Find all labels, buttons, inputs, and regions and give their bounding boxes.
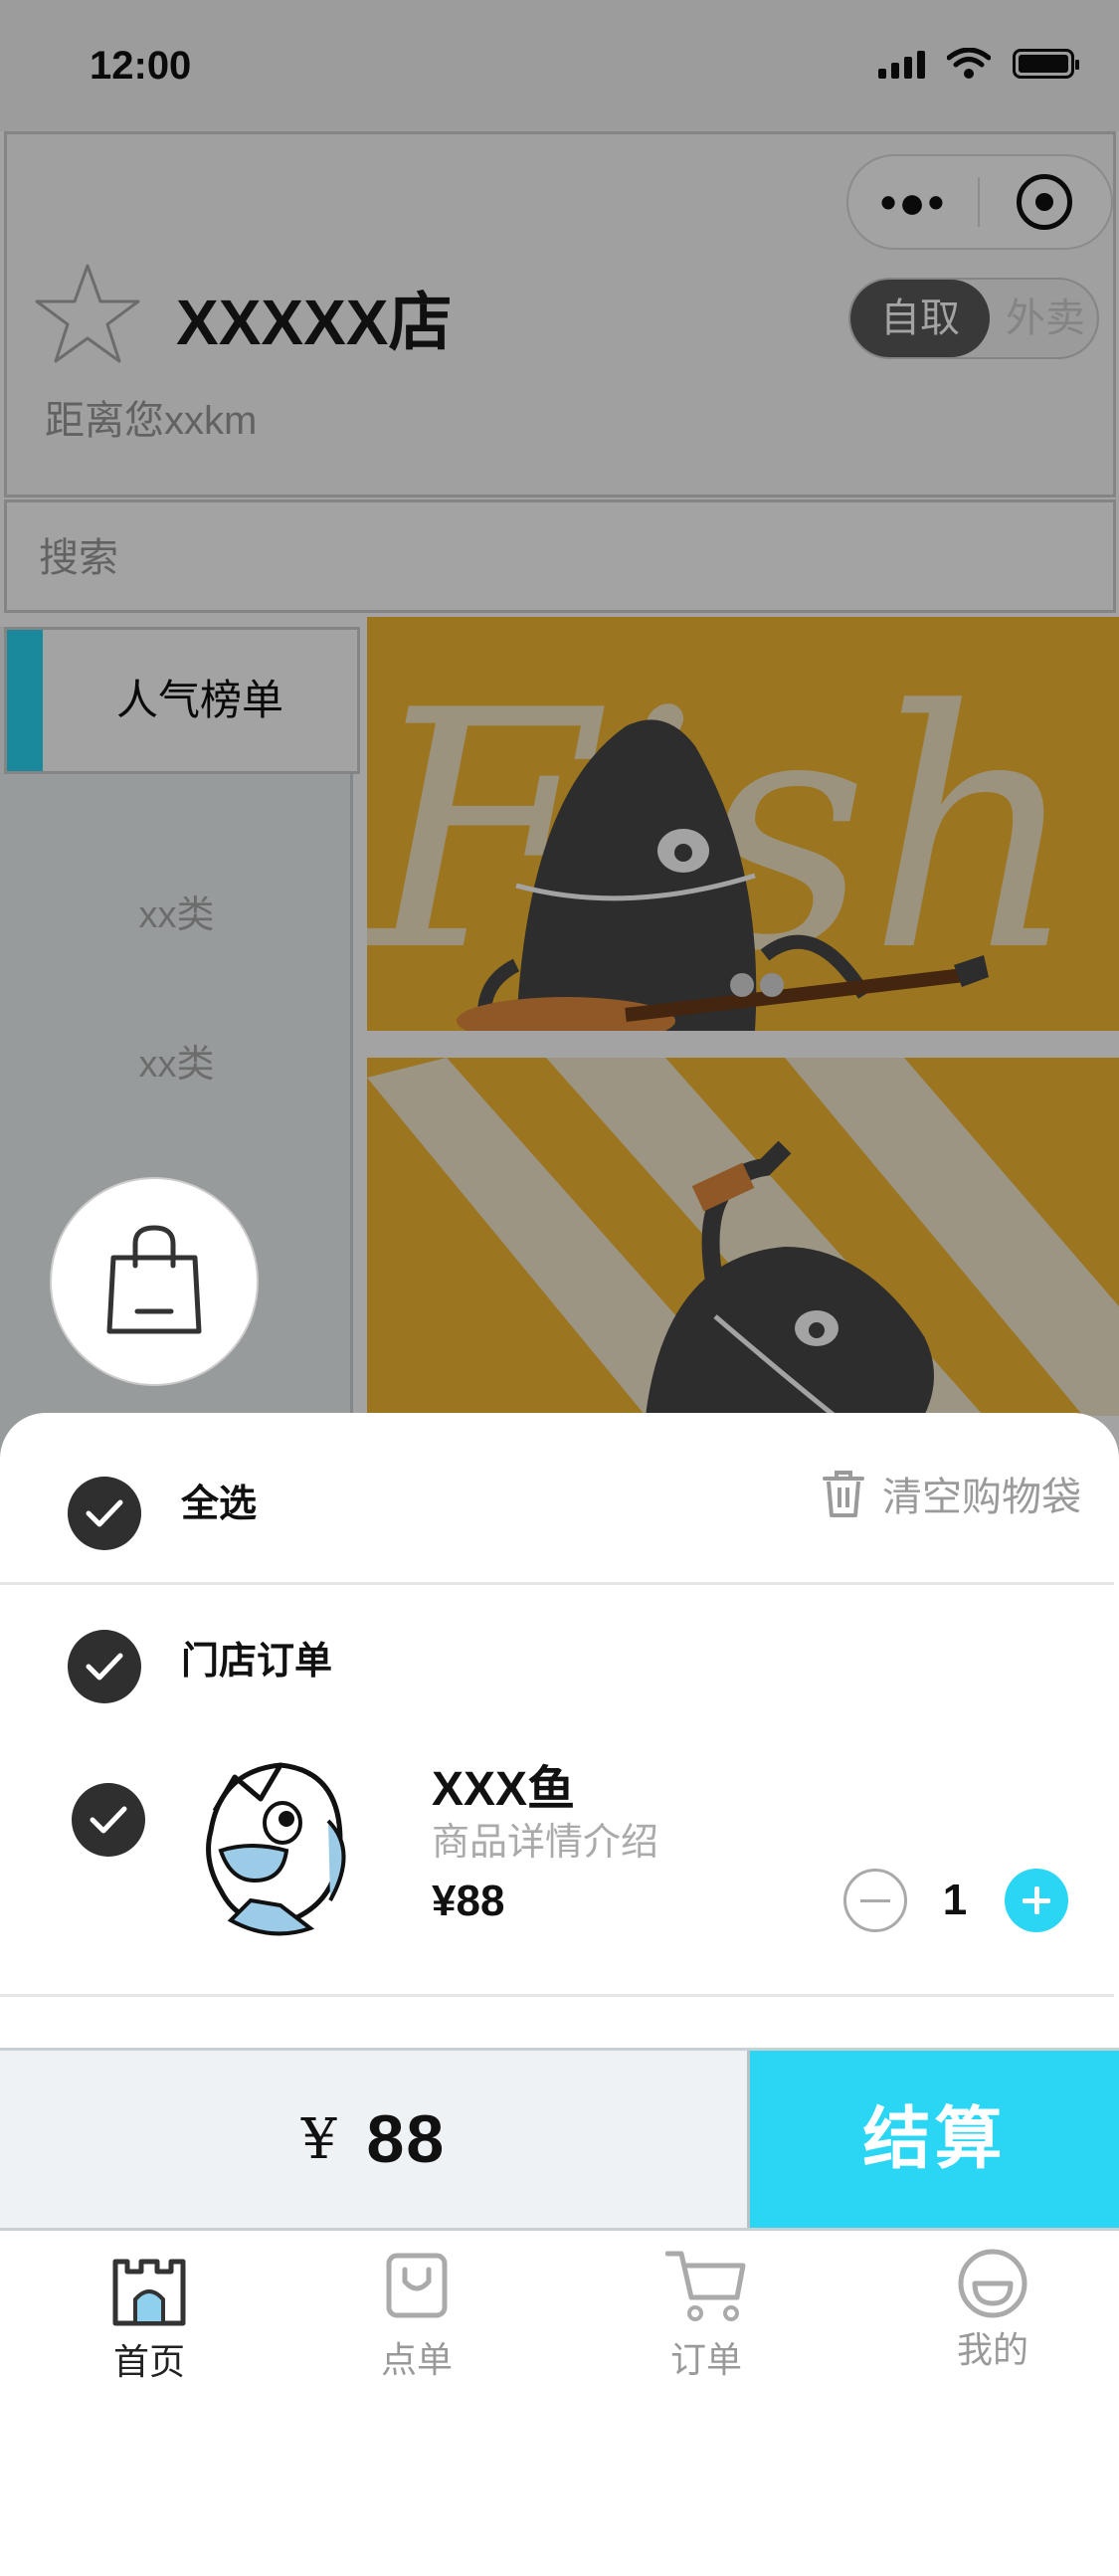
divider <box>0 1582 1114 1585</box>
increase-quantity-button[interactable] <box>1005 1869 1068 1932</box>
divider <box>0 1994 1114 1997</box>
store-order-checkbox[interactable] <box>68 1630 141 1703</box>
tab-home[interactable]: 首页 <box>50 2234 249 2393</box>
shopping-bag-icon <box>106 1225 202 1334</box>
item-description: 商品详情介绍 <box>432 1822 659 1864</box>
checkmark-icon <box>86 1499 123 1527</box>
clear-bag-button[interactable]: 清空购物袋 <box>823 1465 1081 1522</box>
tab-label: 我的 <box>956 2329 1028 2370</box>
select-all-label: 全选 <box>181 1484 258 1525</box>
shopping-bag-button[interactable] <box>50 1177 259 1386</box>
bottom-tab-bar: 首页 点单 订单 我的 <box>0 2234 1119 2576</box>
currency-symbol: ¥ <box>300 2106 337 2172</box>
total-value: 88 <box>366 2101 447 2177</box>
item-price: ¥88 <box>432 1877 505 1925</box>
shopping-bag-icon <box>386 2253 448 2318</box>
item-checkbox[interactable] <box>72 1783 145 1857</box>
cart-icon <box>665 2251 746 2321</box>
tab-mine[interactable]: 我的 <box>893 2234 1092 2393</box>
checkout-bar: ¥ 88 结算 <box>0 2048 1119 2231</box>
tab-order[interactable]: 点单 <box>317 2234 516 2393</box>
store-order-label: 门店订单 <box>181 1641 333 1683</box>
item-name: XXX鱼 <box>432 1763 576 1816</box>
fish-thumbnail-icon <box>206 1762 346 1936</box>
tab-orders[interactable]: 订单 <box>607 2234 806 2393</box>
tab-label: 订单 <box>669 2339 742 2380</box>
checkout-button[interactable]: 结算 <box>747 2051 1119 2228</box>
checkmark-icon <box>90 1806 127 1834</box>
select-all-checkbox[interactable] <box>68 1477 141 1550</box>
tab-label: 点单 <box>380 2339 453 2380</box>
tab-label: 首页 <box>112 2341 185 2382</box>
trash-icon <box>823 1471 864 1517</box>
smiley-icon <box>958 2249 1027 2318</box>
total-amount: ¥ 88 <box>0 2051 747 2228</box>
castle-icon <box>112 2259 186 2326</box>
clear-bag-label: 清空购物袋 <box>882 1476 1081 1519</box>
item-quantity: 1 <box>942 1876 968 1924</box>
checkmark-icon <box>86 1653 123 1681</box>
